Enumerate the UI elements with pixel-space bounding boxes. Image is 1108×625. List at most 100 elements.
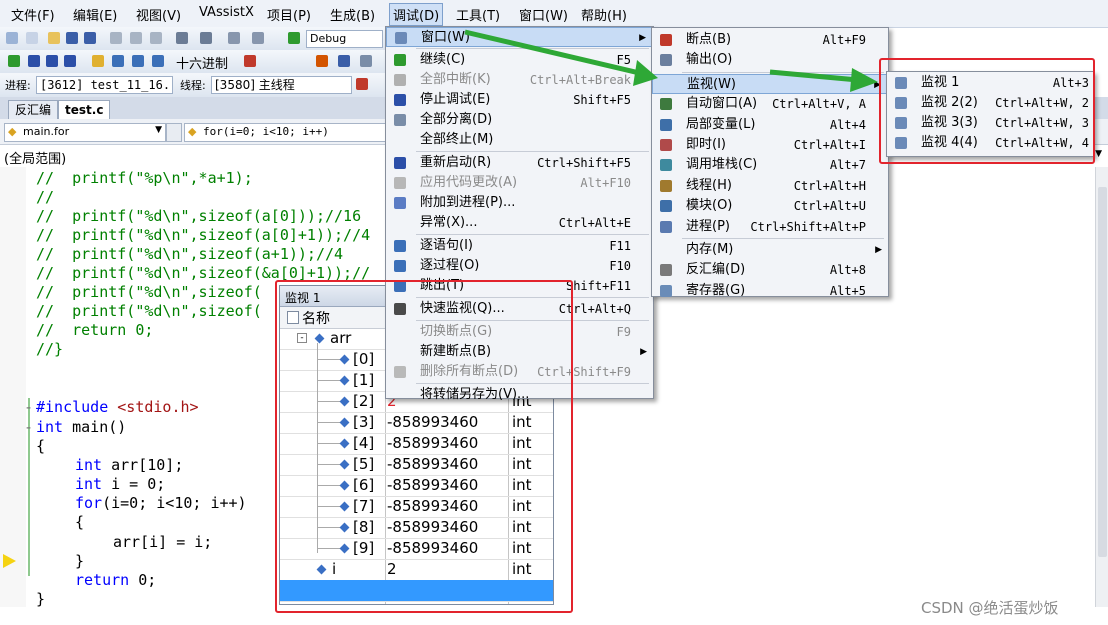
menu-6[interactable]: 调试(D)	[389, 3, 444, 26]
window_submenu-item-9[interactable]: 进程(P) Ctrl+Shift+Alt+P	[652, 217, 888, 237]
cut-icon[interactable]	[110, 32, 122, 44]
menu-3[interactable]: VAssistX	[196, 4, 257, 21]
debug_menu-item-label: 应用代码更改(A)	[420, 175, 518, 190]
solution-explorer-icon[interactable]	[338, 55, 350, 67]
step-over-icon	[394, 260, 406, 272]
window_submenu-item-7[interactable]: 线程(H) Ctrl+Alt+H	[652, 176, 888, 196]
menu-separator	[682, 238, 884, 239]
debug_menu-item-11[interactable]: 逐过程(O) F10	[386, 256, 653, 276]
close-brace-line: }	[36, 590, 46, 608]
window_submenu-item-5[interactable]: 即时(I) Ctrl+Alt+I	[652, 135, 888, 155]
process-label: 进程:	[5, 79, 31, 92]
add-item-icon[interactable]	[26, 32, 38, 44]
comment-line: // printf("%d\n",sizeof(a+1));//4	[36, 245, 344, 263]
undo-icon[interactable]	[176, 32, 188, 44]
highlight-box-watch-submenu	[879, 58, 1095, 164]
start-debug-icon[interactable]	[288, 32, 300, 44]
step-over-icon[interactable]	[132, 55, 144, 67]
navigate-back-icon[interactable]	[228, 32, 240, 44]
copy-icon[interactable]	[130, 32, 142, 44]
split-arrows-icon[interactable]	[166, 123, 182, 142]
function-icon: ◆	[8, 125, 17, 138]
show-next-statement-icon[interactable]	[92, 55, 104, 67]
member-function-icon: ◆	[188, 125, 197, 138]
autos-icon	[660, 98, 672, 111]
step-into-icon	[394, 240, 406, 252]
window_submenu-item-12[interactable]: 寄存器(G) Alt+5	[652, 281, 888, 301]
debug_menu-item-label: 逐过程(O)	[420, 258, 480, 273]
menu-1[interactable]: 编辑(E)	[70, 4, 120, 25]
continue-icon[interactable]	[8, 55, 20, 67]
window_submenu-item-shortcut: Alt+8	[829, 263, 866, 278]
loop-open-brace-line: {	[75, 513, 85, 531]
thread-combo[interactable]: [3580] 主线程	[211, 76, 352, 94]
arrow-to-watch-menu	[464, 29, 649, 78]
comment-line: //}	[36, 340, 64, 358]
annotation-arrows	[464, 29, 878, 92]
window_submenu-item-10[interactable]: 内存(M) ▶	[652, 240, 888, 260]
step-into-icon[interactable]	[112, 55, 124, 67]
window_submenu-item-11[interactable]: 反汇编(D) Alt+8	[652, 260, 888, 280]
debug_menu-item-7[interactable]: 应用代码更改(A) Alt+F10	[386, 173, 653, 193]
restart-icon[interactable]	[64, 55, 76, 67]
scope-chevron-down-icon[interactable]: ▼	[1095, 149, 1102, 159]
window_submenu-item-8[interactable]: 模块(O) Ctrl+Alt+U	[652, 196, 888, 216]
breakpoints-window-icon[interactable]	[244, 55, 256, 67]
stop-icon	[394, 94, 406, 106]
solution-config-combo[interactable]: Debug	[306, 30, 383, 48]
registers-icon	[660, 284, 672, 297]
navigate-forward-icon[interactable]	[252, 32, 264, 44]
debug_menu-item-shortcut: F11	[609, 239, 631, 253]
assignment-line: arr[i] = i;	[113, 533, 213, 551]
tab-test-c[interactable]: test.c	[58, 100, 111, 120]
threads-icon	[660, 179, 672, 192]
debug_menu-item-6[interactable]: 重新启动(R) Ctrl+Shift+F5	[386, 153, 653, 173]
find-icon[interactable]	[316, 55, 328, 67]
window_submenu-item-6[interactable]: 调用堆栈(C) Alt+7	[652, 155, 888, 175]
window_submenu-item-4[interactable]: 局部变量(L) Alt+4	[652, 115, 888, 135]
debug_menu-item-label: 全部分离(D)	[420, 112, 493, 127]
new-project-icon[interactable]	[6, 32, 18, 44]
thread-flag-icon[interactable]	[356, 78, 368, 90]
save-icon[interactable]	[66, 32, 78, 44]
collapse-icon[interactable]: -	[24, 398, 33, 417]
menu-5[interactable]: 生成(B)	[327, 4, 378, 25]
debug_menu-item-label: 全部终止(M)	[420, 132, 494, 147]
scope-dropdown[interactable]: ◆ main.for ▼	[4, 123, 166, 142]
menu-4[interactable]: 项目(P)	[264, 4, 314, 25]
menu-2[interactable]: 视图(V)	[133, 4, 184, 25]
debug_menu-item-8[interactable]: 附加到进程(P)...	[386, 193, 653, 213]
redo-icon[interactable]	[200, 32, 212, 44]
window_submenu-item-3[interactable]: 自动窗口(A) Ctrl+Alt+V, A	[652, 94, 888, 114]
submenu-arrow-icon: ▶	[875, 245, 882, 255]
window-icon	[395, 32, 407, 44]
properties-icon[interactable]	[360, 55, 372, 67]
debug_menu-item-5[interactable]: 全部终止(M)	[386, 130, 653, 150]
hex-display-toggle[interactable]: 十六进制	[176, 53, 228, 72]
scrollbar-thumb[interactable]	[1098, 187, 1107, 557]
thread-label: 线程:	[180, 79, 206, 92]
collapse-icon-main[interactable]: -	[24, 418, 33, 437]
menu-0[interactable]: 文件(F)	[8, 4, 58, 25]
menu-separator	[416, 234, 649, 235]
vertical-scrollbar[interactable]	[1095, 167, 1108, 607]
debug_menu-item-9[interactable]: 异常(X)... Ctrl+Alt+E	[386, 213, 653, 233]
modules-icon	[660, 200, 672, 213]
debug_menu-item-shortcut: Shift+F11	[565, 279, 631, 293]
immediate-icon	[660, 139, 672, 151]
paste-icon[interactable]	[150, 32, 162, 44]
processes-icon	[660, 220, 672, 233]
pause-icon	[394, 74, 406, 86]
step-out-icon[interactable]	[152, 55, 164, 67]
global-scope-label[interactable]: (全局范围)	[4, 148, 66, 167]
debug_menu-item-label: 重新启动(R)	[420, 155, 492, 170]
debug_menu-item-10[interactable]: 逐语句(I) F11	[386, 236, 653, 256]
process-combo[interactable]: [3612] test_11_16.	[36, 76, 173, 94]
member-dropdown[interactable]: ◆ for(i=0; i<10; i++)	[184, 123, 386, 142]
open-folder-icon[interactable]	[48, 32, 60, 44]
break-all-icon[interactable]	[28, 55, 40, 67]
tab-disassembly[interactable]: 反汇编	[8, 100, 59, 120]
debug_menu-item-4[interactable]: 全部分离(D)	[386, 110, 653, 130]
save-all-icon[interactable]	[84, 32, 96, 44]
stop-icon[interactable]	[46, 55, 58, 67]
